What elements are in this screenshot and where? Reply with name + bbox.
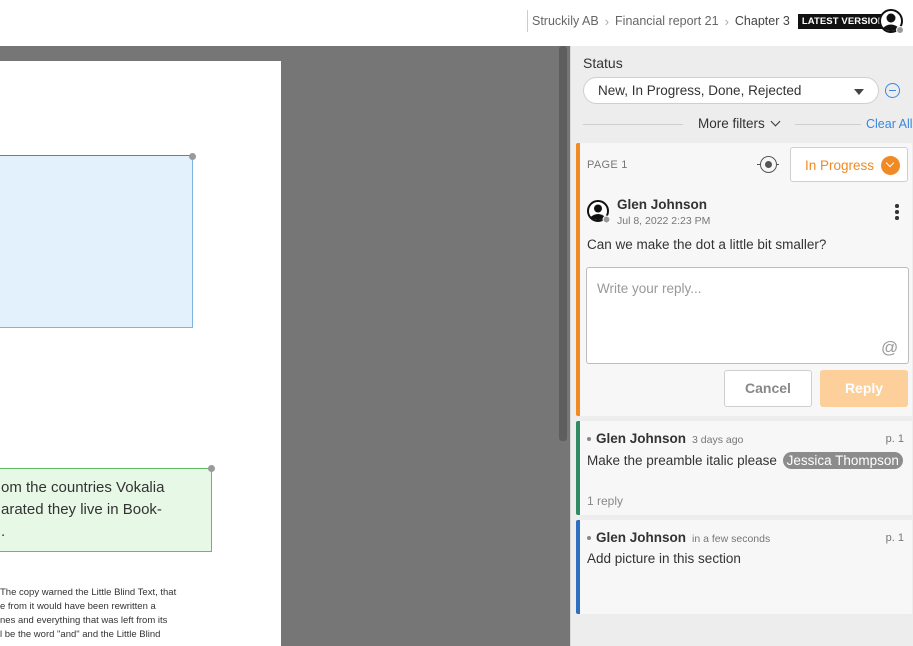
- chevron-down-icon: [770, 116, 781, 127]
- comment-author: Glen Johnson: [596, 530, 687, 545]
- page-text-line: e from it would have been rewritten a: [0, 601, 156, 612]
- more-filters-button[interactable]: More filters: [698, 116, 781, 131]
- chevron-right-icon: ›: [604, 13, 610, 29]
- comment-status-label: In Progress: [805, 158, 875, 173]
- breadcrumb: Struckily AB › Financial report 21 › Cha…: [527, 10, 889, 32]
- comment-author: Glen Johnson: [617, 197, 708, 212]
- comment-page-tag: PAGE 1: [587, 159, 628, 171]
- comment-header: Glen Johnson 3 days ago: [596, 431, 743, 446]
- comment-status-dropdown[interactable]: In Progress: [790, 147, 908, 182]
- bullet-icon: [587, 437, 591, 441]
- latest-version-badge: LATEST VERSION: [797, 13, 889, 29]
- status-filter-label: Status: [583, 55, 623, 71]
- comments-panel: Status New, In Progress, Done, Rejected …: [570, 46, 913, 646]
- remove-filter-icon[interactable]: [885, 83, 900, 98]
- chevron-down-icon: [881, 156, 900, 175]
- comment-header: Glen Johnson in a few seconds: [596, 530, 770, 545]
- clear-all-link[interactable]: Clear All: [866, 117, 913, 131]
- status-filter-select[interactable]: New, In Progress, Done, Rejected: [583, 77, 879, 104]
- comment-timestamp: 3 days ago: [692, 434, 744, 446]
- page-text-line: The copy warned the Little Blind Text, t…: [0, 587, 177, 598]
- reply-input[interactable]: Write your reply... @: [586, 267, 909, 364]
- canvas-scrollbar[interactable]: [559, 46, 567, 441]
- document-canvas[interactable]: om the countries Vokalia arated they liv…: [0, 46, 570, 646]
- annotation-area-blue[interactable]: [0, 155, 193, 328]
- breadcrumb-company[interactable]: Struckily AB: [532, 14, 599, 28]
- comment-author: Glen Johnson: [596, 431, 687, 446]
- more-filters-label: More filters: [698, 116, 765, 131]
- mention-tag[interactable]: Jessica Thompson: [782, 452, 903, 469]
- comment-text-row: Make the preamble italic please Jessica …: [587, 452, 903, 469]
- breadcrumb-chapter[interactable]: Chapter 3: [735, 14, 790, 28]
- caret-down-icon: [854, 89, 864, 95]
- reply-count[interactable]: 1 reply: [587, 494, 623, 508]
- mention-icon[interactable]: @: [881, 338, 898, 358]
- avatar: [587, 200, 611, 224]
- page-text-line: arated they live in Book-: [1, 501, 162, 518]
- page-body-text: The copy warned the Little Blind Text, t…: [0, 586, 200, 642]
- comment-text: Make the preamble italic please: [587, 453, 777, 468]
- cancel-button[interactable]: Cancel: [724, 370, 812, 407]
- page-text-line: .: [1, 523, 6, 540]
- divider: [795, 124, 861, 125]
- more-filters-row: More filters Clear All: [583, 112, 913, 136]
- chevron-right-icon: ›: [724, 13, 729, 29]
- top-bar: Struckily AB › Financial report 21 › Cha…: [0, 0, 913, 46]
- comment-timestamp: Jul 8, 2022 2:23 PM: [617, 215, 711, 227]
- user-avatar-icon[interactable]: [879, 9, 905, 35]
- reply-button[interactable]: Reply: [820, 370, 908, 407]
- document-page[interactable]: om the countries Vokalia arated they liv…: [0, 61, 281, 646]
- page-text-line: nes and everything that was left from it…: [0, 615, 168, 626]
- locate-target-icon[interactable]: [757, 156, 779, 173]
- comment-timestamp: in a few seconds: [692, 533, 771, 545]
- comment-card-active[interactable]: PAGE 1 In Progress Glen Johnson Jul 8, 2…: [576, 143, 912, 416]
- comment-page: p. 1: [885, 433, 904, 445]
- divider: [583, 124, 683, 125]
- comment-card[interactable]: Glen Johnson 3 days ago p. 1 Make the pre…: [576, 421, 912, 515]
- annotation-area-green[interactable]: om the countries Vokalia arated they liv…: [0, 468, 212, 552]
- comment-text: Add picture in this section: [587, 551, 741, 566]
- breadcrumb-project[interactable]: Financial report 21: [615, 14, 719, 28]
- annotation-handle[interactable]: [189, 153, 196, 160]
- annotation-handle[interactable]: [208, 465, 215, 472]
- reply-placeholder: Write your reply...: [597, 281, 702, 296]
- comment-text: Can we make the dot a little bit smaller…: [587, 237, 827, 252]
- status-filter-value: New, In Progress, Done, Rejected: [598, 83, 802, 98]
- page-text-line: l be the word "and" and the Little Blind: [0, 629, 161, 640]
- page-text-line: om the countries Vokalia: [1, 479, 165, 496]
- more-options-icon[interactable]: [895, 204, 899, 220]
- comment-page: p. 1: [885, 532, 904, 544]
- bullet-icon: [587, 536, 591, 540]
- comment-card[interactable]: Glen Johnson in a few seconds p. 1 Add pi…: [576, 520, 912, 614]
